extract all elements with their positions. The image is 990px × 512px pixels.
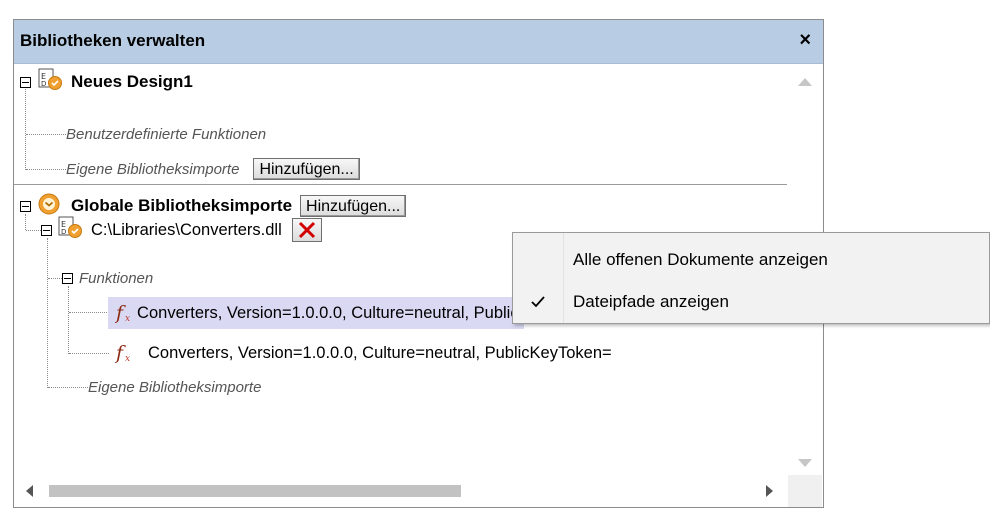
library-file-icon: E D <box>57 216 83 245</box>
menu-item-show-open-documents[interactable]: Alle offenen Dokumente anzeigen <box>513 240 989 280</box>
design-icon: E D <box>37 68 63 97</box>
tree-line <box>26 134 66 135</box>
tree-line <box>25 89 26 170</box>
menu-item-show-file-paths[interactable]: Dateipfade anzeigen <box>513 282 989 322</box>
function-label: Converters, Version=1.0.0.0, Culture=neu… <box>148 343 612 362</box>
collapse-icon[interactable] <box>20 200 31 212</box>
svg-text:D: D <box>41 80 46 88</box>
tree-node-library-dll[interactable]: E D C:\Libraries\Converters.dll <box>41 216 322 244</box>
add-design-import-button[interactable]: Hinzufügen... <box>253 158 360 180</box>
delete-x-icon <box>298 221 315 239</box>
menu-check-slot <box>513 240 563 280</box>
user-functions-label: Benutzerdefinierte Funktionen <box>66 125 267 143</box>
library-path-label: C:\Libraries\Converters.dll <box>91 220 282 239</box>
function-item[interactable]: fx Converters, Version=1.0.0.0, Culture=… <box>108 339 612 367</box>
section-separator <box>14 184 787 185</box>
global-imports-label: Globale Bibliotheksimporte <box>71 196 293 215</box>
tree-node-design[interactable]: E D Neues Design1 <box>20 68 193 96</box>
tree-line <box>47 238 48 388</box>
scroll-right-icon[interactable] <box>766 485 773 497</box>
design-own-imports-label: Eigene Bibliotheksimporte <box>66 160 240 178</box>
tree-line <box>68 286 69 354</box>
close-icon[interactable]: × <box>799 29 811 51</box>
checkmark-icon <box>513 282 563 322</box>
tree-line <box>25 214 26 230</box>
add-global-import-button[interactable]: Hinzufügen... <box>300 195 407 217</box>
tree-line <box>69 312 109 313</box>
tree-line <box>26 230 41 231</box>
tree-line <box>26 169 66 170</box>
tree-line <box>48 387 88 388</box>
collapse-icon[interactable] <box>20 76 31 88</box>
menu-item-label: Alle offenen Dokumente anzeigen <box>573 250 828 269</box>
panel-title: Bibliotheken verwalten <box>20 31 206 50</box>
tree-node-user-functions[interactable]: Benutzerdefinierte Funktionen <box>66 120 266 148</box>
tree-line <box>48 278 62 279</box>
tree-node-global-own-imports[interactable]: Eigene Bibliotheksimporte <box>88 373 261 401</box>
collapse-icon[interactable] <box>41 224 52 236</box>
function-icon: fx <box>116 342 131 364</box>
panel-header: Bibliotheken verwalten × <box>14 20 823 64</box>
remove-library-button[interactable] <box>291 218 322 242</box>
design-label: Neues Design1 <box>71 72 193 91</box>
tree-line <box>69 353 109 354</box>
horizontal-scroll-thumb[interactable] <box>49 485 461 497</box>
horizontal-scrollbar[interactable] <box>14 475 788 507</box>
global-own-imports-label: Eigene Bibliotheksimporte <box>88 378 262 396</box>
function-icon: fx <box>116 302 131 324</box>
tree-node-functions[interactable]: Funktionen <box>62 264 153 292</box>
function-item-selected[interactable]: fx Converters, Version=1.0.0.0, Culture=… <box>108 297 601 329</box>
scroll-left-icon[interactable] <box>26 485 33 497</box>
scroll-up-icon[interactable] <box>798 78 812 86</box>
menu-item-label: Dateipfade anzeigen <box>573 292 729 311</box>
scrollbar-corner <box>788 475 822 507</box>
scroll-down-icon[interactable] <box>798 459 812 467</box>
tree-node-design-own-imports[interactable]: Eigene Bibliotheksimporte Hinzufügen... <box>66 155 360 183</box>
svg-text:D: D <box>61 228 66 236</box>
collapse-icon[interactable] <box>62 272 73 284</box>
functions-label: Funktionen <box>79 269 154 287</box>
context-menu: Alle offenen Dokumente anzeigen Dateipfa… <box>512 232 990 324</box>
